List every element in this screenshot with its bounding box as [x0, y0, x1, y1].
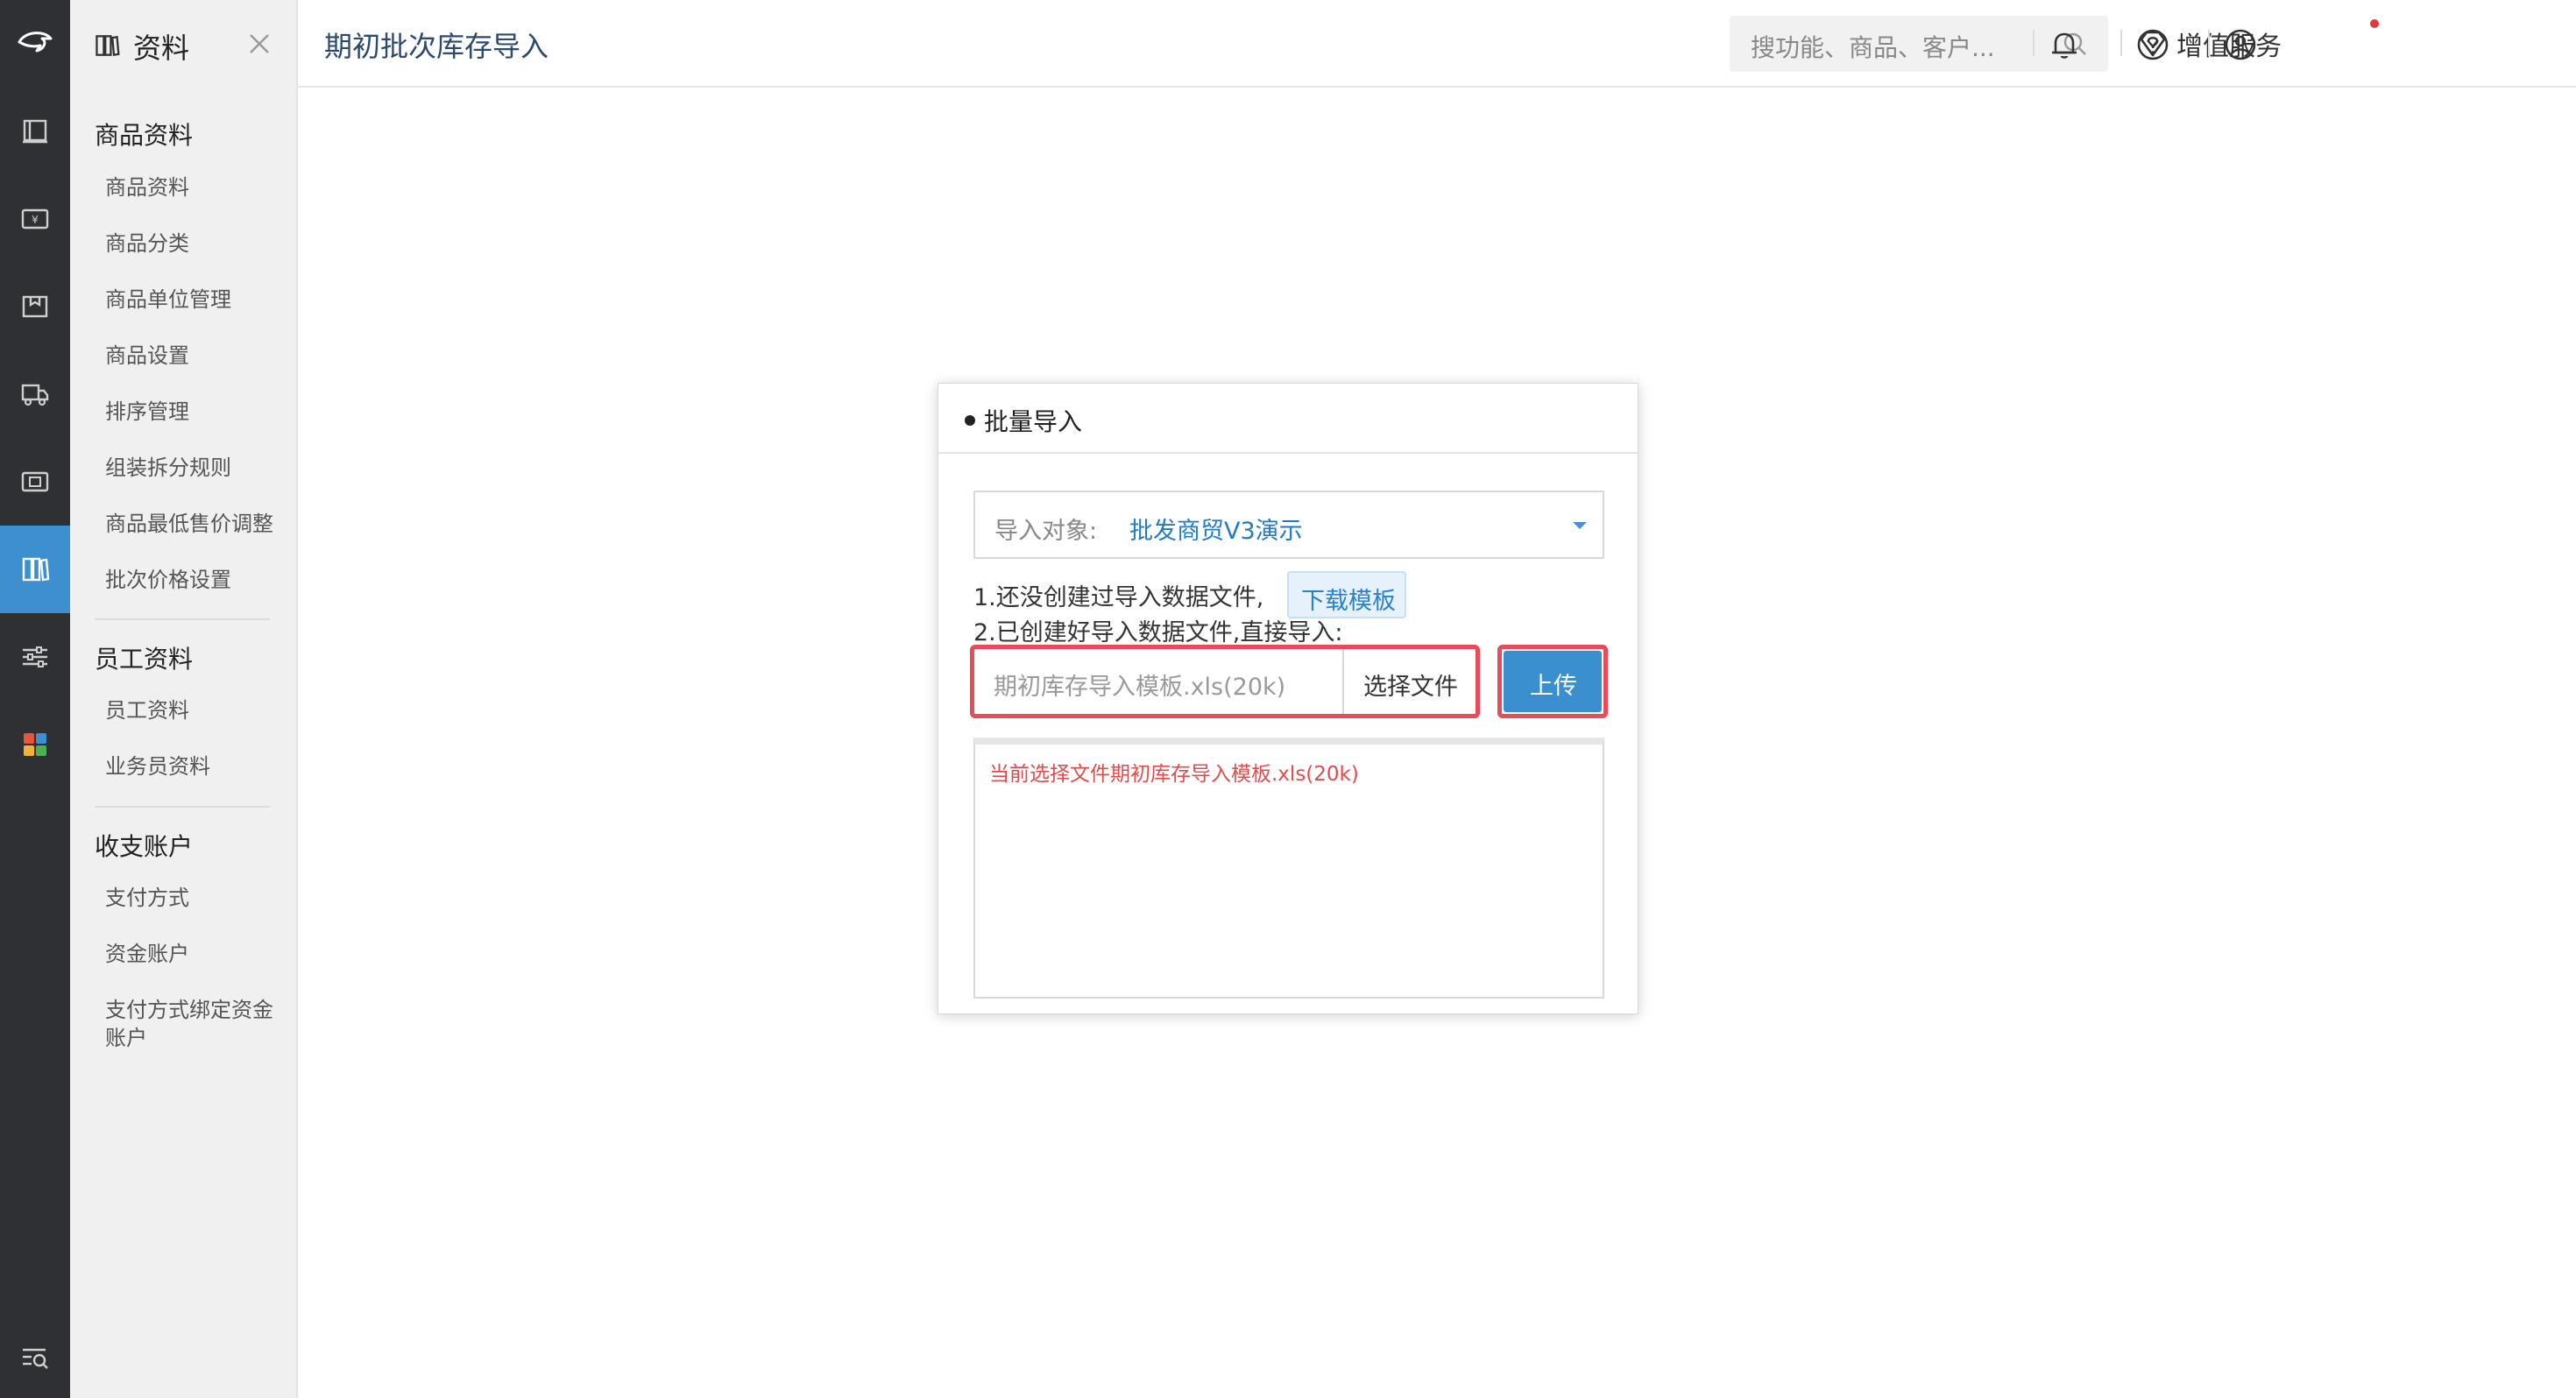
page-title: 期初批次库存导入: [324, 30, 549, 63]
file-name-field[interactable]: 期初库存导入模板.xls(20k): [974, 649, 1344, 714]
sidebar-item-staff[interactable]: 员工资料: [105, 696, 289, 724]
close-icon[interactable]: [244, 28, 275, 60]
sidebar-header: 资料: [70, 0, 298, 88]
search-list-icon: [23, 1348, 48, 1369]
app-logo[interactable]: [0, 0, 70, 88]
apps-grid-icon: [24, 733, 46, 756]
sidebar-item-goods-category[interactable]: 商品分类: [105, 229, 289, 258]
rail-item-report[interactable]: [0, 88, 70, 175]
rail-item-package[interactable]: [0, 263, 70, 350]
truck-icon: [21, 384, 49, 406]
upload-label: 上传: [1530, 673, 1577, 700]
download-template-label: 下载模板: [1301, 588, 1396, 615]
sliders-icon: [23, 646, 47, 667]
upload-button[interactable]: 上传: [1504, 651, 1602, 712]
import-target-value: 批发商贸V3演示: [1129, 518, 1303, 545]
choose-file-label: 选择文件: [1363, 674, 1458, 701]
step1-text: 1.还没创建过导入数据文件,: [973, 584, 1264, 611]
sidebar-item-payment-binding[interactable]: 支付方式绑定资金账户: [105, 996, 280, 1052]
user-avatar-icon[interactable]: [2222, 26, 2259, 63]
import-log-area: 当前选择文件期初库存导入模板.xls(20k): [973, 738, 1604, 999]
search-input[interactable]: 搜功能、商品、客户...: [1751, 29, 1995, 64]
topbar-separator: [2033, 30, 2035, 56]
report-icon: [23, 119, 47, 144]
file-picker: 期初库存导入模板.xls(20k) 选择文件: [970, 645, 1480, 718]
notification-dot: [2370, 19, 2379, 28]
top-bar: 期初批次库存导入 搜功能、商品、客户... 增值服务: [298, 0, 2576, 88]
sidebar-title: 资料: [133, 32, 190, 65]
logo-icon: [18, 32, 53, 53]
sales-icon: ¥: [21, 208, 49, 229]
bullet-icon: [965, 415, 975, 426]
module-rail: ¥: [0, 0, 70, 1398]
books-icon: [96, 35, 120, 57]
topbar-separator: [2120, 30, 2122, 56]
choose-file-button[interactable]: 选择文件: [1346, 649, 1476, 714]
file-name-value: 期初库存导入模板.xls(20k): [994, 674, 1286, 701]
topbar-separator: [2208, 30, 2210, 56]
rail-item-truck[interactable]: [0, 350, 70, 438]
help-icon[interactable]: [2134, 26, 2171, 63]
app-root: ¥ 资料 商品资料 商品资料 商品分类 商品单位管理 商品设置 排序管理 组装拆…: [0, 0, 2576, 1398]
sidebar-item-min-price[interactable]: 商品最低售价调整: [105, 510, 289, 538]
sidebar: 资料 商品资料 商品资料 商品分类 商品单位管理 商品设置 排序管理 组装拆分规…: [70, 0, 298, 1398]
import-target-select[interactable]: 导入对象: 批发商贸V3演示: [973, 491, 1604, 559]
sidebar-item-goods[interactable]: 商品资料: [105, 173, 289, 201]
group-title-accounts: 收支账户: [95, 832, 194, 861]
rail-item-apps[interactable]: [0, 701, 70, 788]
sidebar-item-goods-settings[interactable]: 商品设置: [105, 342, 289, 370]
sidebar-item-assembly-rules[interactable]: 组装拆分规则: [105, 454, 289, 482]
rail-item-ticket[interactable]: [0, 438, 70, 526]
log-message: 当前选择文件期初库存导入模板.xls(20k): [989, 763, 1359, 786]
download-template-button[interactable]: 下载模板: [1287, 571, 1406, 618]
batch-import-dialog: 批量导入 导入对象: 批发商贸V3演示 1.还没创建过导入数据文件, 下载模板 …: [938, 383, 1638, 1014]
group-title-staff: 员工资料: [95, 645, 194, 674]
upload-highlight: 上传: [1497, 645, 1608, 718]
svg-text:¥: ¥: [32, 214, 39, 226]
sidebar-item-sort[interactable]: 排序管理: [105, 398, 289, 426]
dialog-title: 批量导入: [984, 407, 1083, 436]
chevron-down-icon[interactable]: [1573, 522, 1587, 529]
sidebar-item-batch-price[interactable]: 批次价格设置: [105, 566, 289, 594]
import-target-label: 导入对象:: [994, 518, 1098, 545]
books-icon: [22, 557, 50, 582]
ticket-icon: [21, 471, 49, 492]
step2-text: 2.已创建好导入数据文件,直接导入:: [973, 619, 1343, 646]
rail-item-basic-data[interactable]: [0, 526, 70, 613]
sidebar-divider: [95, 618, 270, 620]
sidebar-item-fund-account[interactable]: 资金账户: [105, 940, 289, 968]
rail-item-search-menu[interactable]: [0, 1314, 70, 1398]
group-title-goods: 商品资料: [95, 121, 194, 150]
sidebar-item-goods-unit[interactable]: 商品单位管理: [105, 286, 289, 314]
bell-icon[interactable]: [2046, 26, 2083, 63]
package-icon: [22, 295, 48, 318]
rail-item-sales[interactable]: ¥: [0, 175, 70, 263]
sidebar-item-salesman[interactable]: 业务员资料: [105, 752, 289, 780]
rail-item-settings[interactable]: [0, 613, 70, 701]
sidebar-divider: [95, 806, 270, 808]
dialog-header: 批量导入: [938, 384, 1638, 454]
sidebar-item-payment-method[interactable]: 支付方式: [105, 884, 289, 912]
